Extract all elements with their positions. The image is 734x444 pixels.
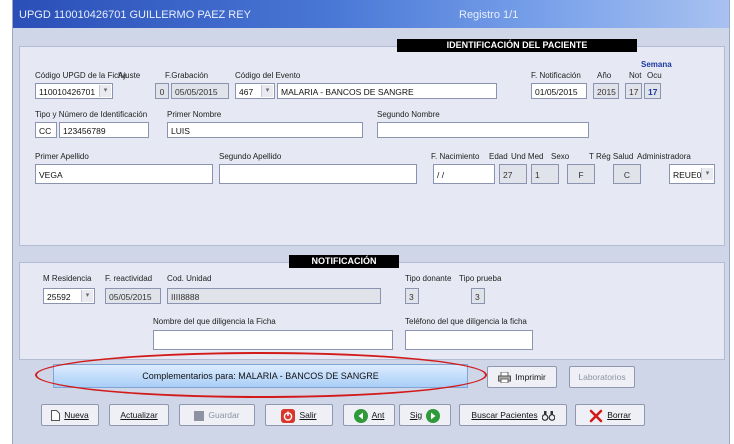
codigo-upgd-label: Código UPGD de la Ficha xyxy=(35,71,128,80)
salir-button[interactable]: Salir xyxy=(265,404,333,426)
f-grabacion-field[interactable]: 05/05/2015 xyxy=(171,83,229,99)
f-nacimiento-label: F. Nacimiento xyxy=(431,152,480,161)
codigo-upgd-value: 110010426701 xyxy=(39,87,96,97)
tipo-numero-id-label: Tipo y Número de Identificación xyxy=(35,110,148,119)
dropdown-arrow-icon[interactable]: ▾ xyxy=(701,168,713,180)
ajuste-label: Ajuste xyxy=(118,71,141,80)
record-indicator: Registro 1/1 xyxy=(459,9,519,21)
semana-not-label: Not xyxy=(629,71,642,80)
nombre-diligencia-label: Nombre del que diligencia la Ficha xyxy=(153,317,276,326)
save-icon xyxy=(194,410,205,421)
sexo-label: Sexo xyxy=(551,152,570,161)
tipo-prueba-field[interactable]: 3 xyxy=(471,288,485,304)
semana-ocu-field[interactable]: 17 xyxy=(644,83,661,99)
f-reactividad-field[interactable]: 05/05/2015 xyxy=(105,288,161,304)
primer-apellido-label: Primer Apellido xyxy=(35,152,89,161)
segundo-nombre-label: Segundo Nombre xyxy=(377,110,440,119)
borrar-label: Borrar xyxy=(607,410,631,420)
tipo-id-field[interactable]: CC xyxy=(35,122,57,138)
telefono-diligencia-field[interactable] xyxy=(405,330,533,350)
m-residencia-value: 25592 xyxy=(47,292,71,302)
f-notificacion-label: F. Notificación xyxy=(531,71,581,80)
power-icon xyxy=(281,408,296,423)
laboratorios-button[interactable]: Laboratorios xyxy=(569,366,635,388)
segundo-apellido-field[interactable] xyxy=(219,164,417,184)
und-med-label: Und Med xyxy=(511,152,544,161)
anio-label: Año xyxy=(597,71,612,80)
complementarios-button[interactable]: Complementarios para: MALARIA - BANCOS D… xyxy=(53,364,468,388)
codigo-evento-label: Código del Evento xyxy=(235,71,301,80)
administradora-field[interactable]: REUE01 ▾ xyxy=(669,164,715,184)
evento-code-value: 467 xyxy=(239,87,254,97)
semana-ocu-label: Ocu xyxy=(647,71,662,80)
left-arrow-icon xyxy=(353,408,368,423)
cod-unidad-field[interactable]: IIII8888 xyxy=(167,288,381,304)
f-reactividad-label: F. reactividad xyxy=(105,274,153,283)
dropdown-arrow-icon[interactable]: ▾ xyxy=(81,290,93,302)
title-bar: UPGD 110010426701 GUILLERMO PAEZ REY Reg… xyxy=(13,0,729,28)
nombre-diligencia-field[interactable] xyxy=(153,330,393,350)
evento-name-field[interactable]: MALARIA - BANCOS DE SANGRE xyxy=(277,83,497,99)
m-residencia-label: M Residencia xyxy=(43,274,92,283)
right-arrow-icon xyxy=(426,408,441,423)
administradora-label: Administradora xyxy=(637,152,691,161)
buscar-pacientes-button[interactable]: Buscar Pacientes xyxy=(459,404,567,426)
cod-unidad-label: Cod. Unidad xyxy=(167,274,212,283)
imprimir-label: Imprimir xyxy=(515,372,546,382)
borrar-button[interactable]: Borrar xyxy=(575,404,645,426)
x-delete-icon xyxy=(589,409,603,423)
f-nacimiento-field[interactable]: / / xyxy=(433,164,495,184)
buscar-pacientes-label: Buscar Pacientes xyxy=(471,410,538,420)
und-med-field[interactable]: 1 xyxy=(531,164,559,184)
anterior-label: Ant xyxy=(371,410,385,420)
semana-not-field[interactable]: 17 xyxy=(625,83,642,99)
segundo-apellido-label: Segundo Apellido xyxy=(219,152,282,161)
sexo-field[interactable]: F xyxy=(567,164,595,184)
tipo-donante-field[interactable]: 3 xyxy=(405,288,419,304)
patient-section-header: IDENTIFICACIÓN DEL PACIENTE xyxy=(397,39,637,52)
window-title: UPGD 110010426701 GUILLERMO PAEZ REY xyxy=(19,9,251,21)
m-residencia-field[interactable]: 25592 ▾ xyxy=(43,288,95,304)
primer-apellido-field[interactable]: VEGA xyxy=(35,164,213,184)
f-notificacion-field[interactable]: 01/05/2015 xyxy=(531,83,587,99)
siguiente-label: Sig xyxy=(409,410,423,420)
form-window: UPGD 110010426701 GUILLERMO PAEZ REY Reg… xyxy=(12,0,730,444)
printer-icon xyxy=(498,372,512,384)
edad-label: Edad xyxy=(489,152,508,161)
guardar-label: Guardar xyxy=(208,410,240,420)
dropdown-arrow-icon[interactable]: ▾ xyxy=(261,85,273,97)
actualizar-label: Actualizar xyxy=(120,410,158,420)
tipo-prueba-label: Tipo prueba xyxy=(459,274,502,283)
salir-label: Salir xyxy=(299,410,317,420)
codigo-upgd-field[interactable]: 110010426701 ▾ xyxy=(35,83,113,99)
primer-nombre-label: Primer Nombre xyxy=(167,110,222,119)
imprimir-button[interactable]: Imprimir xyxy=(487,366,557,388)
edad-field[interactable]: 27 xyxy=(499,164,527,184)
f-grabacion-label: F.Grabación xyxy=(165,71,209,80)
notification-section-header: NOTIFICACIÓN xyxy=(289,255,399,268)
primer-nombre-field[interactable]: LUIS xyxy=(167,122,363,138)
numero-id-field[interactable]: 123456789 xyxy=(59,122,149,138)
evento-code-field[interactable]: 467 ▾ xyxy=(235,83,275,99)
segundo-nombre-field[interactable] xyxy=(377,122,589,138)
guardar-button[interactable]: Guardar xyxy=(179,404,255,426)
anio-field[interactable]: 2015 xyxy=(593,83,619,99)
nueva-button[interactable]: Nueva xyxy=(41,404,99,426)
actualizar-button[interactable]: Actualizar xyxy=(109,404,169,426)
tipo-donante-label: Tipo donante xyxy=(405,274,452,283)
binoculars-icon xyxy=(541,411,555,422)
ajuste-field[interactable]: 0 xyxy=(155,83,169,99)
dropdown-arrow-icon[interactable]: ▾ xyxy=(99,85,111,97)
t-reg-salud-field[interactable]: C xyxy=(613,164,641,184)
new-document-icon xyxy=(51,410,61,422)
nueva-label: Nueva xyxy=(64,410,89,420)
telefono-diligencia-label: Teléfono del que diligencia la ficha xyxy=(405,317,527,326)
anterior-button[interactable]: Ant xyxy=(343,404,395,426)
t-reg-salud-label: T Rég Salud xyxy=(589,152,634,161)
siguiente-button[interactable]: Sig xyxy=(399,404,451,426)
semana-label: Semana xyxy=(641,60,672,69)
